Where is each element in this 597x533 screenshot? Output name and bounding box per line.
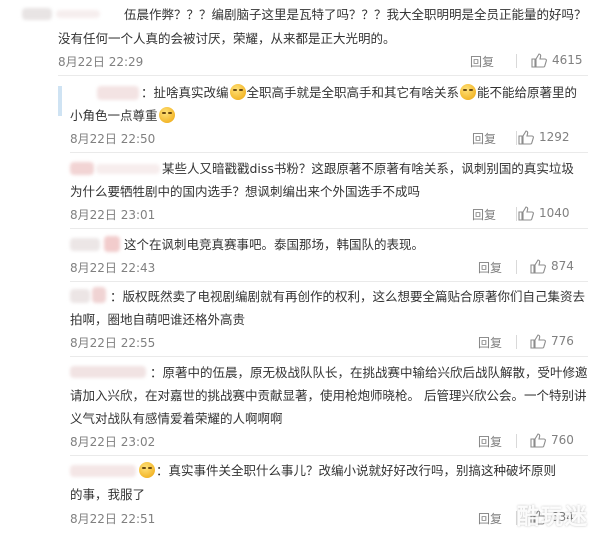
grin-emoji-icon [158, 107, 175, 123]
comment-date: 8月22日 22:43 [70, 261, 156, 275]
like-count: 776 [551, 334, 574, 348]
blurred-username [70, 465, 136, 477]
comment-text-line: ：版权既然卖了电视剧编剧就有再创作的权利，这么想要全篇贴合原著你们自己集资去 [110, 289, 586, 304]
blurred-username [70, 366, 146, 378]
like-count: 760 [551, 433, 574, 447]
grin-emoji-icon [460, 84, 477, 100]
blurred-username [97, 86, 139, 100]
comment-text-line: ：扯啥真实改编 全职高手就是全职高手和其它有啥关系 能不能给原著里的 [141, 84, 578, 100]
comment-text-line: 小角色一点尊重 [70, 107, 176, 124]
comment-date: 8月22日 23:01 [70, 208, 156, 222]
reply-button[interactable]: 回复 [472, 206, 496, 223]
thumbs-up-icon [531, 53, 547, 68]
blurred-username [70, 289, 90, 303]
divider [516, 54, 517, 68]
comment-date: 8月22日 23:02 [70, 435, 156, 449]
comment-text-line: 为什么要牺牲剧中的国内选手？想讽刺编出来个外国选手不成吗 [70, 184, 421, 199]
thumbs-up-icon [530, 259, 546, 274]
divider [70, 455, 588, 456]
comment-text-line: 拍啊，圈地自萌吧谁还格外高贵 [70, 312, 246, 327]
reply-button[interactable]: 回复 [478, 433, 502, 450]
blurred-username [92, 287, 106, 303]
blurred-username [70, 162, 94, 175]
like-count: 1292 [539, 130, 570, 144]
reply-button[interactable]: 回复 [472, 130, 496, 147]
blurred-username [56, 10, 100, 18]
divider [70, 281, 588, 282]
thumbs-up-icon [530, 433, 546, 448]
comment-text-line: ：真实事件关全职什么事儿？改编小说就好好改行吗，别搞这种破坏原则 [138, 462, 556, 479]
comment-text-line: 伍晨作弊？？？编剧脑子这里是瓦特了吗？？？我大全职明明是全员正能量的好吗？ [124, 7, 587, 22]
thumbs-up-icon [530, 334, 546, 349]
comment-text-line: 义气对战队有感情爱着荣耀的人啊啊啊 [70, 411, 283, 426]
comment-text-line: 的事，我服了 [70, 487, 146, 502]
comment-date: 8月22日 22:51 [70, 512, 156, 526]
blurred-username [22, 8, 52, 20]
comment-date: 8月22日 22:55 [70, 336, 156, 350]
blurred-username [96, 164, 160, 174]
divider [516, 131, 517, 145]
divider [58, 75, 588, 76]
divider [70, 152, 588, 153]
like-count: 4615 [552, 53, 583, 67]
grin-emoji-icon [229, 84, 246, 100]
watermark: 酷玩迷 [516, 505, 589, 530]
divider [516, 434, 517, 448]
divider [516, 260, 517, 274]
divider [516, 335, 517, 349]
comment-text-line: 这个在讽刺电竞真赛事吧。泰国那场，韩国队的表现。 [124, 237, 425, 252]
reply-button[interactable]: 回复 [478, 259, 502, 276]
grin-emoji-icon [139, 462, 155, 478]
reply-button[interactable]: 回复 [478, 510, 502, 527]
like-count: 874 [551, 259, 574, 273]
comment-date: 8月22日 22:50 [70, 132, 156, 146]
divider [70, 356, 588, 357]
reply-button[interactable]: 回复 [478, 334, 502, 351]
like-count: 1040 [539, 206, 570, 220]
thumbs-up-icon [518, 130, 534, 145]
blurred-username [70, 238, 100, 251]
comment-text-line: ：原著中的伍晨，原无极战队队长，在挑战赛中输给兴欣后战队解散，受叶修邀 [150, 365, 588, 380]
reply-button[interactable]: 回复 [470, 53, 494, 70]
comment-text-line: 请加入兴欣，在对嘉世的挑战赛中贡献显著，使用枪炮师晓枪。 后管理兴欣公会。一个特… [70, 388, 587, 403]
divider [516, 207, 517, 221]
comment-text-line: 某些人又暗戳戳diss书粉？这跟原著不原著有啥关系，讽刺别国的真实垃圾 [162, 161, 574, 176]
blurred-username [104, 236, 120, 252]
thumbs-up-icon [518, 206, 534, 221]
divider [70, 228, 588, 229]
comment-date: 8月22日 22:29 [58, 55, 144, 69]
comment-text-line: 没有任何一个人真的会被讨厌，荣耀，从来都是正大光明的。 [58, 31, 396, 46]
